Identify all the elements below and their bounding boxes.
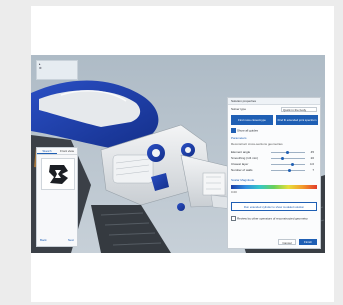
tab-sketch[interactable]: Sketch [37,148,57,154]
slider-label: Element angle [231,150,251,154]
slider-label: Number of walls [231,168,253,172]
color-scale-bar [231,185,317,189]
slider-thumb[interactable] [288,169,291,172]
parameters-sub-label: Reconstruct cross-sections geometries [231,142,283,146]
slider-track[interactable] [271,157,305,160]
gradient-label: Scalar Magnitude [231,178,255,182]
slider-row[interactable]: Element angle 45 [231,150,317,155]
slider-thumb[interactable] [281,157,285,160]
slider-track[interactable] [271,169,305,172]
slider-thumb[interactable] [291,163,295,166]
slider-value: 7 [312,168,314,172]
tab-front-view[interactable]: Front view [57,148,77,154]
solver-select[interactable]: Quick in the body [281,107,317,112]
cancel-button[interactable]: Cancel [278,239,296,245]
slider-track[interactable] [271,151,305,154]
review-checkbox[interactable] [231,216,236,221]
review-row[interactable]: Review by other operators of reconstruct… [231,216,317,221]
finish-button[interactable]: Finish [299,239,317,245]
slider-thumb[interactable] [286,151,290,154]
slider-value: 45 [310,150,314,154]
slider-value: 20 [310,156,314,160]
slider-row[interactable]: Smoothing (1/4 min) 20 [231,156,317,161]
slider-track[interactable] [271,163,305,166]
3d-viewport[interactable]: ▸ ⚙ Sketch Front view Back Next Solution… [31,55,325,253]
parameters-section-label: Parameters [231,136,247,140]
find-closed-button[interactable]: Find more closed-type [231,115,273,125]
properties-panel: Solution properties Solver type Quick in… [227,97,321,249]
shape-preview[interactable] [41,158,75,190]
slider-row[interactable]: Number of walls 7 [231,168,317,173]
slider-row[interactable]: Closest layer 4.0 [231,162,317,167]
slider-label: Smoothing (1/4 min) [231,156,259,160]
toolbar-row[interactable] [39,70,75,74]
sketch-nav: Back Next [40,238,74,242]
shape-preview-icon [49,165,68,184]
slider-value: 4.0 [309,162,314,166]
run-extended-button[interactable]: Run extended cylinder to show modeled so… [231,202,317,211]
gear-icon: ⚙ [39,66,42,70]
panel-header: Solution properties [228,98,320,105]
find-extended-button[interactable]: Find fit extended joint spectrum [276,115,318,125]
sketch-panel: Sketch Front view Back Next [36,147,78,247]
gradient-scale: 0.00 [231,190,237,194]
show-guides-checkbox[interactable] [231,128,236,133]
slider-label: Closest layer [231,162,249,166]
panel-footer: Cancel Finish [231,239,317,245]
sketch-tabs: Sketch Front view [37,148,77,155]
solver-label: Solver type [231,107,247,111]
next-button[interactable]: Next [68,238,74,242]
viewport-toolbar[interactable]: ▸ ⚙ [36,60,78,80]
back-button[interactable]: Back [40,238,47,242]
show-guides-row[interactable]: Show all guides [231,128,317,133]
